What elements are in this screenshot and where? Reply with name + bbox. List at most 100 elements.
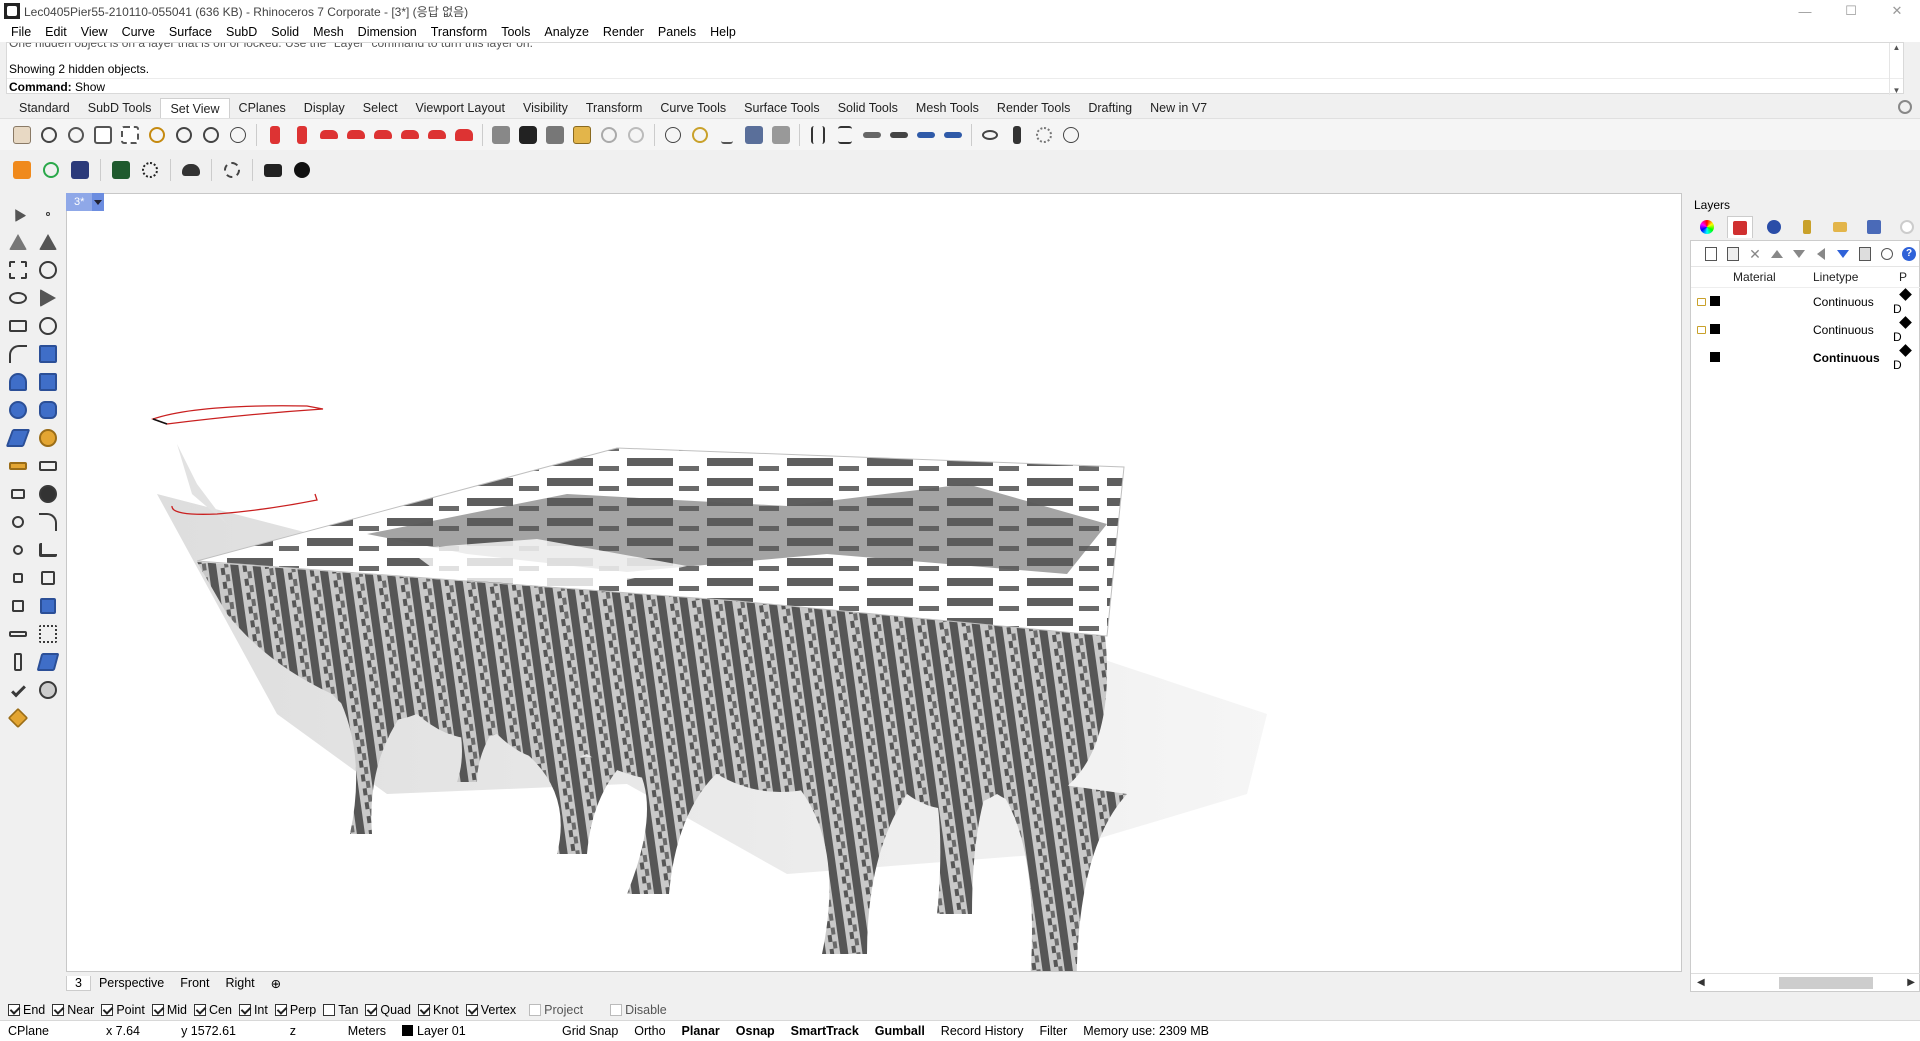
osnap-perp-checkbox[interactable] [274,1004,287,1016]
target-icon[interactable] [661,123,685,147]
viewport-menu-arrow-icon[interactable] [92,193,105,211]
dimension-icon[interactable] [4,452,32,480]
view-left-car-icon[interactable] [371,123,395,147]
viewport-sphere-icon[interactable] [624,123,648,147]
view-top-icon[interactable] [263,123,287,147]
tab-surface-tools[interactable]: Surface Tools [735,98,829,118]
viewport-tab-front[interactable]: Front [172,976,217,990]
point-icon[interactable] [34,200,62,228]
view-right-car-icon[interactable] [398,123,422,147]
osnap-mid-checkbox[interactable] [151,1004,164,1016]
group-icon[interactable] [34,480,62,508]
menu-render[interactable]: Render [596,25,651,39]
tab-transform[interactable]: Transform [577,98,652,118]
zoom-extents-icon[interactable] [91,123,115,147]
view-perspective-car-icon[interactable] [425,123,449,147]
view-front-car-icon[interactable] [317,123,341,147]
layer-material[interactable] [1727,287,1807,316]
osnap-cen-checkbox[interactable] [194,1004,206,1016]
layer-linetype[interactable]: Continuous [1807,316,1893,344]
status-grid-snap[interactable]: Grid Snap [554,1024,626,1038]
panel-tab-layers[interactable] [1727,216,1753,238]
copy-icon[interactable] [34,564,62,592]
red-curve[interactable] [151,405,324,425]
plan-view-icon[interactable] [742,123,766,147]
ellipse-icon[interactable] [4,284,32,312]
block-icon[interactable] [4,480,32,508]
panel-tab-libraries[interactable] [1828,216,1853,238]
jet-icon[interactable] [914,123,938,147]
scroll-left-icon[interactable]: ◀ [1697,977,1705,988]
scrollbar-thumb[interactable] [1779,977,1873,989]
status-record-history[interactable]: Record History [933,1024,1032,1038]
layer-linetype[interactable]: Continuous [1807,287,1893,316]
layer-row[interactable]: Continuous D [1691,287,1920,316]
cloud-upload-icon[interactable] [179,158,203,182]
rotate-icon[interactable] [4,592,32,620]
layer-color-swatch[interactable] [1710,351,1720,362]
layers-horizontal-scrollbar[interactable]: ◀ ▶ [1691,973,1920,991]
layers-col-material[interactable]: Material [1727,267,1807,288]
panel-tab-properties[interactable] [1694,216,1719,238]
new-layer-icon[interactable] [1703,246,1719,262]
layer-states-icon[interactable] [1857,246,1873,262]
scroll-up-icon[interactable]: ▲ [1893,43,1901,52]
line-icon[interactable] [4,256,32,284]
menu-view[interactable]: View [74,25,115,39]
panel-tab-settings[interactable] [1895,216,1920,238]
osnap-vertex[interactable]: Vertex [465,1003,516,1017]
curve-icon[interactable] [34,228,62,256]
layer-row[interactable]: Continuous D [1691,315,1920,344]
walk-icon[interactable] [1005,123,1029,147]
tab-viewport-layout[interactable]: Viewport Layout [407,98,514,118]
menu-mesh[interactable]: Mesh [306,25,351,39]
menu-transform[interactable]: Transform [424,25,495,39]
circle-icon[interactable] [34,256,62,284]
undo-view-icon[interactable] [172,123,196,147]
menu-tools[interactable]: Tools [494,25,537,39]
delete-layer-icon[interactable]: ✕ [1747,246,1763,262]
tab-display[interactable]: Display [295,98,354,118]
osnap-mid[interactable]: Mid [151,1003,187,1017]
osnap-near[interactable]: Near [52,1003,94,1017]
zoom-out-icon[interactable] [199,123,223,147]
select-arrow-icon[interactable] [4,200,32,228]
join-icon[interactable] [4,536,32,564]
zoom-window-icon[interactable] [118,123,142,147]
two-point-perspective-icon[interactable] [769,123,793,147]
pan-hand-icon[interactable] [10,123,34,147]
layer-linetype[interactable]: Continuous [1807,344,1893,372]
tab-solid-tools[interactable]: Solid Tools [829,98,907,118]
move-icon[interactable] [4,564,32,592]
layer-print[interactable]: D [1893,343,1920,372]
rotate-view-icon[interactable] [37,123,61,147]
align-view-2-icon[interactable] [833,123,857,147]
osnap-project[interactable]: Project [529,1003,583,1017]
scroll-down-icon[interactable]: ▼ [1893,86,1901,95]
mirror-icon[interactable] [4,648,32,676]
surface-from-points-icon[interactable] [34,340,62,368]
array-icon[interactable] [4,620,32,648]
camera-icon[interactable] [516,123,540,147]
minimize-button[interactable]: — [1782,0,1828,22]
check-icon[interactable] [4,676,32,704]
menu-analyze[interactable]: Analyze [537,25,595,39]
layer-material[interactable] [1727,344,1807,372]
menu-panels[interactable]: Panels [651,25,703,39]
maximize-button[interactable]: ☐ [1828,0,1874,22]
status-ortho[interactable]: Ortho [626,1024,673,1038]
extrude-curve-icon[interactable] [4,368,32,396]
polyline-icon[interactable] [4,228,32,256]
status-units[interactable]: Meters [304,1024,394,1038]
checker-ball-icon[interactable] [138,158,162,182]
tab-standard[interactable]: Standard [10,98,79,118]
set-camera-icon[interactable] [715,123,739,147]
menu-edit[interactable]: Edit [38,25,74,39]
layer-color-swatch[interactable] [1710,323,1720,334]
menu-help[interactable]: Help [703,25,743,39]
status-smarttrack[interactable]: SmartTrack [783,1024,867,1038]
scale-3d-icon[interactable] [34,592,62,620]
tab-cplanes[interactable]: CPlanes [230,98,295,118]
osnap-int[interactable]: Int [238,1003,268,1017]
layer-row[interactable]: Continuous D [1691,343,1920,372]
